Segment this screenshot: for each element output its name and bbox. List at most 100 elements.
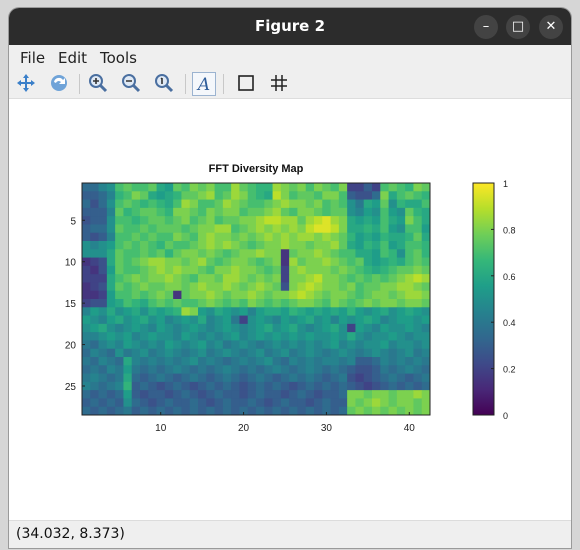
heatmap-cell [214,348,224,358]
heatmap-cell [198,183,207,192]
rotate-icon[interactable] [47,72,71,96]
heatmap-cell [164,207,174,217]
heatmap-cell [305,315,315,325]
close-icon[interactable]: ✕ [539,15,563,39]
heatmap-cell [198,373,207,383]
heatmap-cell [264,282,273,292]
heatmap-cell [396,398,406,408]
heatmap-cell [106,357,116,366]
heatmap-cell [355,390,365,399]
heatmap-cell [106,265,116,275]
heatmap-cell [330,191,340,200]
grid-icon[interactable] [267,72,291,96]
heatmap-cell [131,357,141,366]
heatmap-cell [297,406,307,416]
heatmap-cell [396,315,406,325]
heatmap-cell [289,216,298,225]
heatmap-cell [280,348,290,358]
heatmap-cell [314,398,323,408]
heatmap-cell [115,216,124,225]
heatmap-cell [173,290,182,300]
heatmap-cell [355,290,365,300]
menu-file[interactable]: File [20,49,45,67]
heatmap-plot[interactable]: FFT Diversity Map 10203040 510152025 [9,99,571,522]
heatmap-cell [347,216,356,225]
heatmap-cell [189,315,199,325]
heatmap-cell [222,207,232,217]
heatmap-cell [82,224,91,234]
heatmap-cell [98,191,108,200]
heatmap-cell [214,323,224,333]
heatmap-cell [189,265,199,275]
heatmap-cell [355,340,365,350]
heatmap-cell [264,340,273,350]
heatmap-cell [239,224,249,234]
colorbar-ticks: 0 0.2 0.4 0.6 0.8 1 [491,179,516,421]
heatmap-cell [156,249,166,258]
heatmap-cell [372,249,381,258]
figure-canvas[interactable]: FFT Diversity Map 10 20 30 40 5 10 15 20 25 [9,99,571,522]
heatmap-cell [305,323,315,333]
heatmap-cell [363,257,373,267]
heatmap-cell [421,274,431,283]
heatmap-cell [148,299,157,308]
heatmap-cell [131,365,141,374]
heatmap-cell [181,365,191,374]
heatmap-cell [396,241,406,250]
x-tick-label: 20 [238,423,250,434]
heatmap-cell [164,191,174,200]
heatmap-cell [330,357,340,366]
heatmap-cell [247,357,257,366]
heatmap-cell [388,257,398,267]
heatmap-cell [214,274,224,283]
heatmap-cell [297,183,307,192]
heatmap-cell [106,299,116,308]
heatmap-cell [82,249,91,258]
zoom-in-icon[interactable] [86,72,110,96]
heatmap-cell [363,224,373,234]
heatmap-cell [198,241,207,250]
minimize-icon[interactable]: – [474,15,498,39]
title-bar[interactable]: Figure 2 – □ ✕ [9,8,571,45]
menu-edit[interactable]: Edit [58,49,87,67]
heatmap-cell [347,199,356,209]
heatmap-cell [264,216,273,225]
heatmap-cell [131,207,141,217]
heatmap-cell [280,365,290,374]
heatmap-cell [98,249,108,258]
axes-box-icon[interactable] [234,72,258,96]
heatmap-cell [405,390,414,399]
heatmap-cell [214,282,224,292]
heatmap-cell [413,373,423,383]
menu-tools[interactable]: Tools [100,49,137,67]
pan-icon[interactable] [14,72,38,96]
heatmap-cell [264,290,273,300]
heatmap-cell [421,207,431,217]
heatmap-cell [214,257,224,267]
heatmap-cell [82,191,91,200]
zoom-out-icon[interactable] [119,72,143,96]
heatmap-cell [388,315,398,325]
heatmap-cell [140,332,149,341]
heatmap-cell [338,224,348,234]
heatmap-cell [272,373,282,383]
heatmap-cell [140,191,149,200]
heatmap-cell [256,191,265,200]
heatmap-cell [247,199,257,209]
heatmap-cell [355,265,365,275]
zoom-reset-icon[interactable] [152,72,176,96]
heatmap-cell [98,373,108,383]
text-annotation-icon[interactable]: A [192,72,216,96]
heatmap-cell [305,249,315,258]
heatmap-cell [330,232,340,242]
heatmap-cell [322,191,331,200]
heatmap-cell [115,299,124,308]
heatmap-cell [388,323,398,333]
heatmap-cell [98,398,108,408]
heatmap-cell [164,340,174,350]
heatmap-cell [214,390,224,399]
maximize-icon[interactable]: □ [506,15,530,39]
heatmap-cell [98,274,108,283]
heatmap-cell [305,340,315,350]
heatmap-cell [372,332,381,341]
